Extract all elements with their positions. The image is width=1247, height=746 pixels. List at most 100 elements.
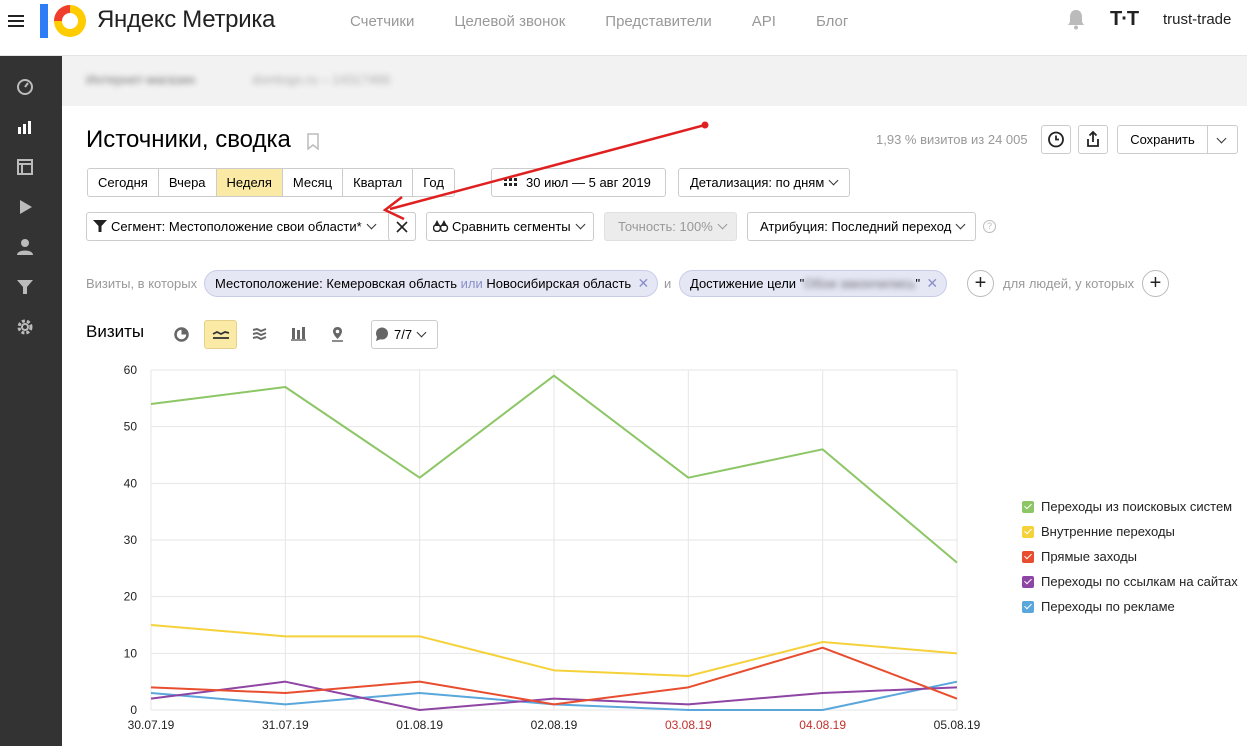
user-logo-icon[interactable]: T·T (1110, 8, 1139, 31)
chart-type-pie[interactable] (165, 320, 198, 349)
tab-year[interactable]: Год (413, 169, 454, 196)
legend-item[interactable]: Переходы по рекламе (1022, 594, 1238, 619)
chart-legend: Переходы из поисковых систем Внутренние п… (1022, 494, 1238, 619)
visits-line-chart: 0 10 20 30 40 50 60 30.07.19 31.07.19 01.08.19 02.… (124, 363, 981, 732)
series-count: 7/7 (394, 327, 413, 342)
bell-icon[interactable] (1066, 8, 1086, 30)
chip-goal-suffix: " (915, 276, 921, 291)
chat-bubble-icon (376, 327, 388, 341)
chip-goal-name: Обои закончились (804, 276, 916, 291)
filter-icon[interactable] (14, 276, 36, 298)
settings-gear-icon[interactable] (14, 316, 36, 338)
close-icon[interactable]: ✕ (926, 271, 938, 296)
chart-type-bar[interactable] (282, 320, 315, 349)
y-tick-label: 10 (124, 646, 138, 660)
legend-label: Переходы по ссылкам на сайтах (1041, 574, 1238, 589)
logo-text[interactable]: Яндекс Метрика (97, 6, 275, 34)
audience-icon[interactable] (14, 236, 36, 258)
counter-selector[interactable]: Интернет-магазин (86, 72, 195, 87)
tab-week[interactable]: Неделя (216, 169, 283, 196)
line-chart-icon (212, 330, 230, 339)
chip-or: или (460, 276, 483, 291)
user-name[interactable]: trust-trade (1163, 11, 1231, 28)
webvisor-icon[interactable] (14, 196, 36, 218)
checkbox-icon[interactable] (1022, 550, 1034, 563)
people-condition-label: для людей, у которых (1003, 276, 1135, 291)
attribution-label: Атрибуция: Последний переход (760, 219, 952, 234)
accuracy-dropdown[interactable]: Точность: 100% (604, 212, 737, 241)
nav-target-call[interactable]: Целевой звонок (454, 13, 565, 30)
help-icon[interactable]: ? (983, 220, 996, 233)
nav-api[interactable]: API (752, 13, 776, 30)
compare-segments-button[interactable]: Сравнить сегменты (426, 212, 594, 241)
x-tick-label: 01.08.19 (396, 718, 443, 732)
chevron-down-icon (717, 219, 728, 230)
attribution-dropdown[interactable]: Атрибуция: Последний переход (747, 212, 976, 241)
area-chart-icon (252, 327, 267, 341)
legend-item[interactable]: Переходы из поисковых систем (1022, 494, 1238, 519)
bar-chart-icon (291, 327, 306, 341)
legend-item[interactable]: Внутренние переходы (1022, 519, 1238, 544)
y-tick-label: 40 (124, 476, 138, 490)
date-range-label: 30 июл — 5 авг 2019 (526, 175, 651, 190)
tab-today[interactable]: Сегодня (88, 169, 159, 196)
accuracy-label: Точность: 100% (618, 219, 713, 234)
top-nav: Счетчики Целевой звонок Представители AP… (350, 13, 888, 30)
goal-filter-chip[interactable]: Достижение цели "Обои закончились" ✕ (679, 270, 948, 297)
dashboard-icon[interactable] (14, 76, 36, 98)
menu-icon[interactable] (8, 12, 28, 32)
x-tick-label: 30.07.19 (128, 718, 175, 732)
chart-type-area[interactable] (243, 320, 276, 349)
legend-label: Прямые заходы (1041, 549, 1138, 564)
add-people-condition-button[interactable]: + (1142, 270, 1169, 297)
tab-quarter[interactable]: Квартал (343, 169, 414, 196)
tab-yesterday[interactable]: Вчера (158, 169, 217, 196)
map-pin-icon (332, 327, 343, 342)
x-tick-label: 03.08.19 (665, 718, 712, 732)
chevron-down-icon (575, 219, 586, 230)
checkbox-icon[interactable] (1022, 525, 1034, 538)
pie-chart-icon (174, 327, 189, 342)
x-tick-label: 05.08.19 (934, 718, 981, 732)
nav-counters[interactable]: Счетчики (350, 13, 414, 30)
close-icon[interactable]: ✕ (637, 271, 649, 296)
save-button[interactable]: Сохранить (1117, 125, 1238, 154)
reports-icon[interactable] (14, 116, 36, 138)
chart-title: Визиты (86, 322, 145, 341)
nav-representatives[interactable]: Представители (605, 13, 711, 30)
date-range-picker[interactable]: 30 июл — 5 авг 2019 (491, 168, 666, 197)
nav-blog[interactable]: Блог (816, 13, 848, 30)
save-dropdown[interactable] (1208, 126, 1237, 153)
checkbox-icon[interactable] (1022, 500, 1034, 513)
chart-type-line[interactable] (204, 320, 237, 349)
clear-segment-button[interactable] (388, 212, 416, 241)
history-button[interactable] (1041, 125, 1071, 154)
close-icon (396, 221, 408, 233)
legend-label: Переходы из поисковых систем (1041, 499, 1233, 514)
metrika-logo-icon[interactable] (40, 4, 88, 38)
upload-icon (1087, 130, 1099, 147)
legend-item[interactable]: Переходы по ссылкам на сайтах (1022, 569, 1238, 594)
maps-icon[interactable] (14, 156, 36, 178)
checkbox-icon[interactable] (1022, 600, 1034, 613)
detail-dropdown[interactable]: Детализация: по дням (678, 168, 850, 197)
page-title: Источники, сводка (86, 126, 291, 153)
location-filter-chip[interactable]: Местоположение: Кемеровская область или … (204, 270, 659, 297)
legend-label: Переходы по рекламе (1041, 599, 1175, 614)
export-button[interactable] (1078, 125, 1108, 154)
filter-icon (93, 220, 107, 232)
y-tick-label: 20 (124, 590, 138, 604)
tab-month[interactable]: Месяц (282, 169, 344, 196)
period-tabs: Сегодня Вчера Неделя Месяц Квартал Год (87, 168, 455, 197)
segment-dropdown[interactable]: Сегмент: Местоположение свои области* (86, 212, 416, 241)
compare-icon (432, 220, 449, 233)
legend-item[interactable]: Прямые заходы (1022, 544, 1238, 569)
legend-label: Внутренние переходы (1041, 524, 1175, 539)
y-tick-label: 60 (124, 363, 138, 377)
checkbox-icon[interactable] (1022, 575, 1034, 588)
bookmark-icon[interactable] (306, 133, 320, 151)
series-selector[interactable]: 7/7 (371, 320, 438, 349)
chevron-down-icon (366, 219, 377, 230)
chart-type-map[interactable] (321, 320, 354, 349)
add-visit-condition-button[interactable]: + (967, 270, 994, 297)
